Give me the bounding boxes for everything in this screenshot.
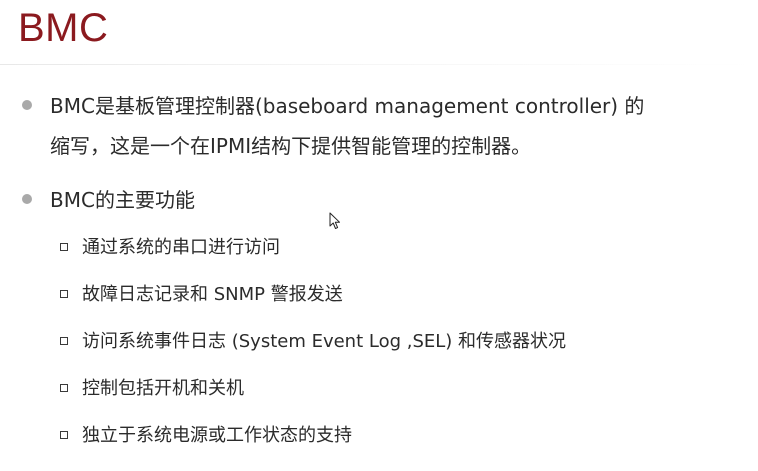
sub-item-text: 独立于系统电源或工作状态的支持 [82,425,352,446]
presentation-slide: BMC BMC是基板管理控制器(baseboard management con… [0,0,758,471]
sub-item-text: 控制包括开机和关机 [82,378,244,399]
sub-list-item: 控制包括开机和关机 [60,369,740,416]
functions-sublist: 通过系统的串口进行访问 故障日志记录和 SNMP 警报发送 访问系统事件日志 (… [60,228,740,463]
bullet-definition: BMC是基板管理控制器(baseboard management control… [22,86,742,166]
bullet-dot-icon [22,100,32,110]
mouse-pointer-icon [329,212,340,229]
title-divider [0,64,758,65]
square-bullet-icon [60,337,68,345]
sub-item-text: 故障日志记录和 SNMP 警报发送 [82,284,343,305]
bullet-dot-icon [22,194,32,204]
sub-list-item: 独立于系统电源或工作状态的支持 [60,416,740,463]
sub-list-item: 通过系统的串口进行访问 [60,228,740,275]
bullet-definition-text: BMC是基板管理控制器(baseboard management control… [50,94,645,158]
bullet-main-functions-text: BMC的主要功能 [50,188,195,212]
sub-item-text: 访问系统事件日志 (System Event Log ,SEL) 和传感器状况 [82,331,567,352]
square-bullet-icon [60,431,68,439]
square-bullet-icon [60,384,68,392]
square-bullet-icon [60,290,68,298]
slide-title: BMC [18,6,109,50]
square-bullet-icon [60,243,68,251]
sub-list-item: 故障日志记录和 SNMP 警报发送 [60,275,740,322]
bullet-main-functions: BMC的主要功能 [22,180,742,220]
sub-item-text: 通过系统的串口进行访问 [82,237,280,258]
sub-list-item: 访问系统事件日志 (System Event Log ,SEL) 和传感器状况 [60,322,740,369]
